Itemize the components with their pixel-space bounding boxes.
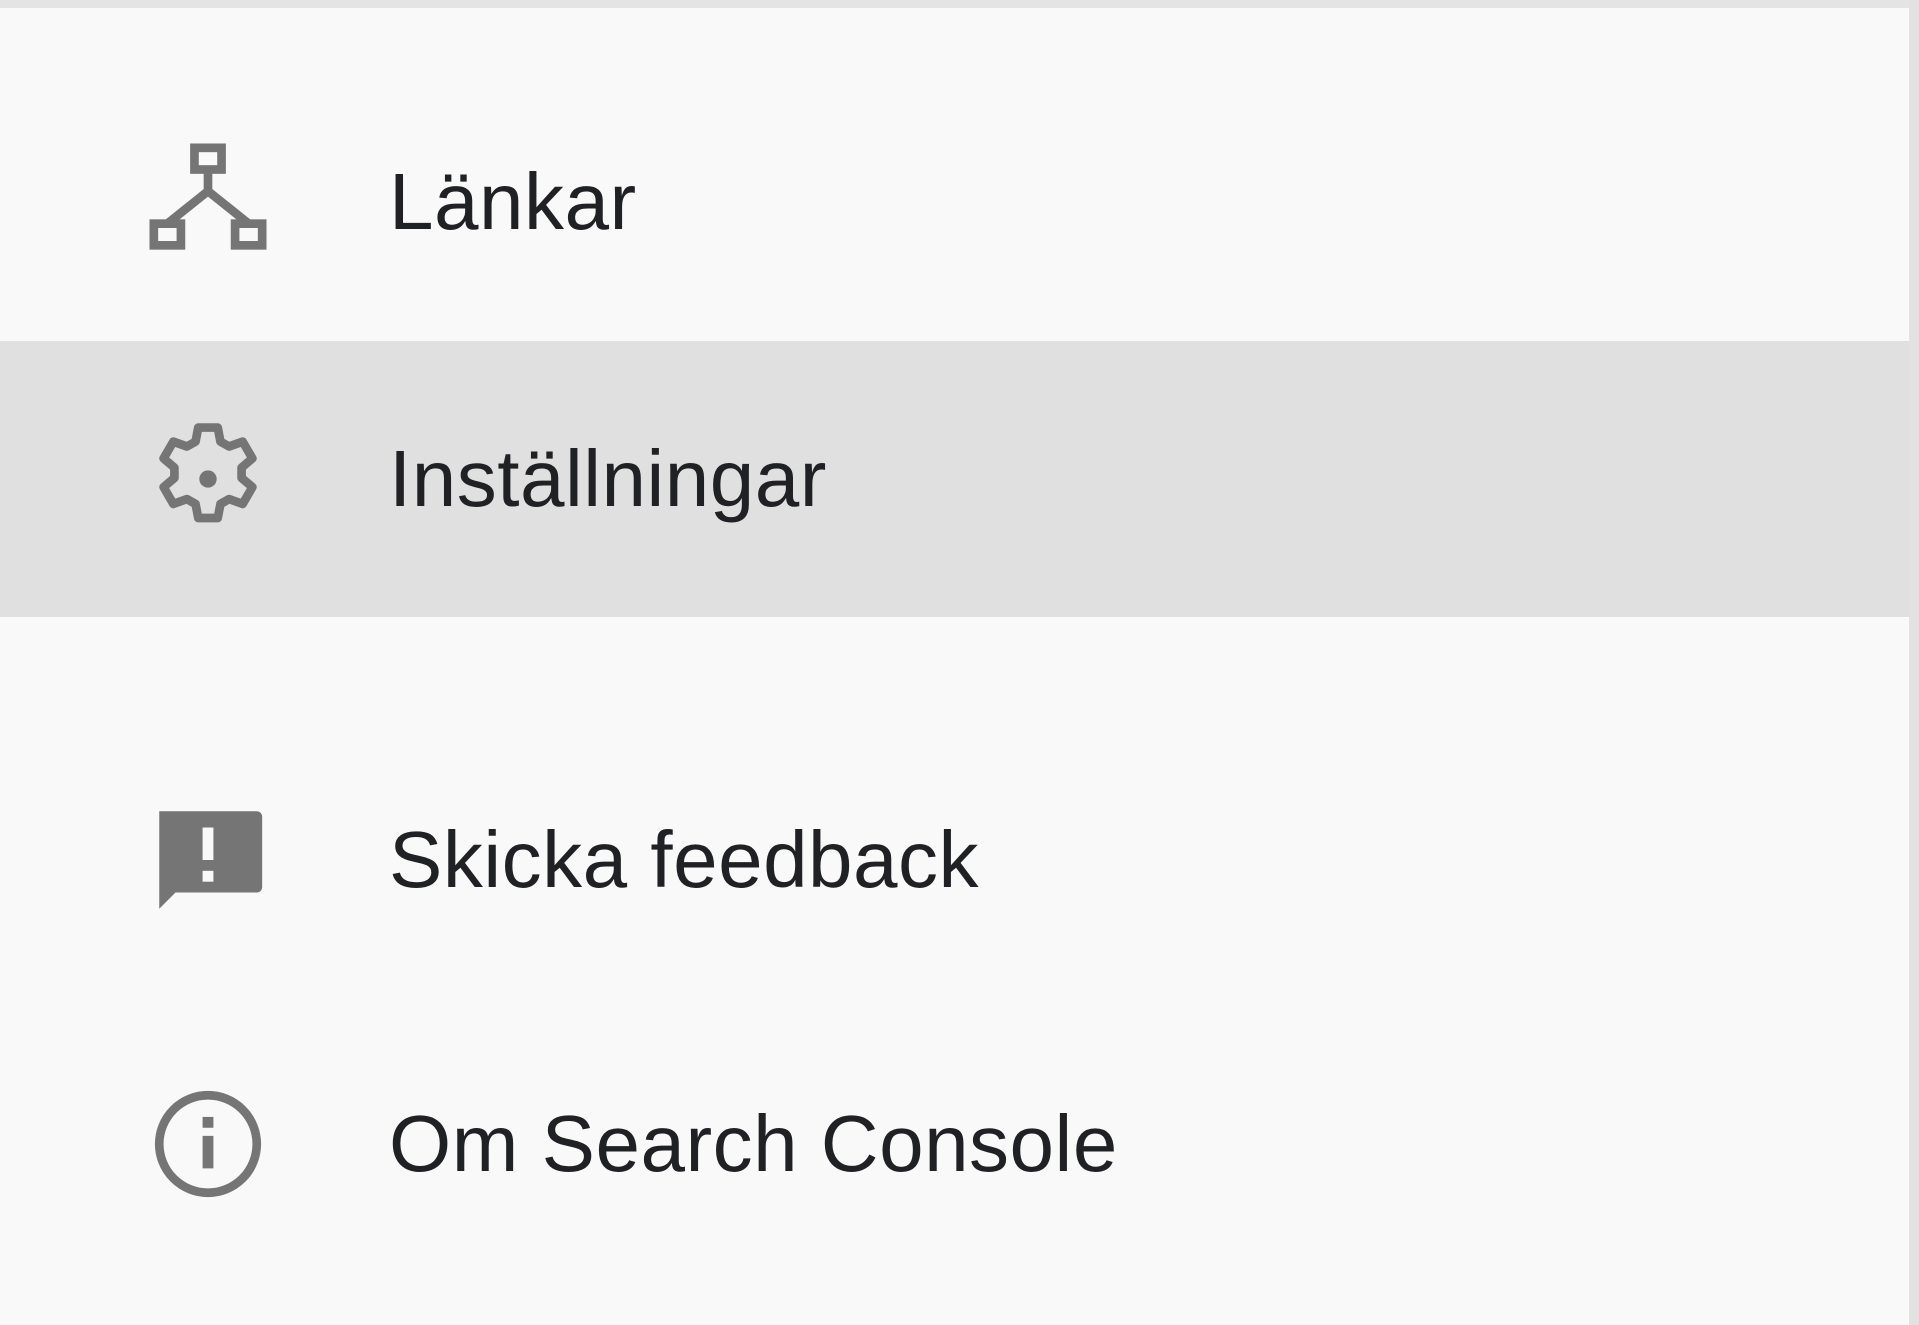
nav-item-settings[interactable]: Inställningar [0,341,1909,617]
nav-item-links[interactable]: Länkar [0,64,1909,340]
nav-item-label: Inställningar [389,434,827,523]
sidebar-menu: Länkar Inställningar Skicka feedback Om … [0,0,1919,1325]
nav-item-label: Om Search Console [389,1099,1118,1188]
right-divider [1909,0,1919,1325]
info-icon [143,1079,273,1209]
nav-item-label: Skicka feedback [389,815,980,904]
nav-item-about[interactable]: Om Search Console [0,1006,1909,1282]
nav-item-feedback[interactable]: Skicka feedback [0,722,1909,998]
gear-icon [143,414,273,544]
sitemap-icon [143,137,273,267]
nav-item-label: Länkar [389,157,637,246]
nav-list: Länkar Inställningar Skicka feedback Om … [0,0,1909,1325]
feedback-icon [143,795,273,925]
